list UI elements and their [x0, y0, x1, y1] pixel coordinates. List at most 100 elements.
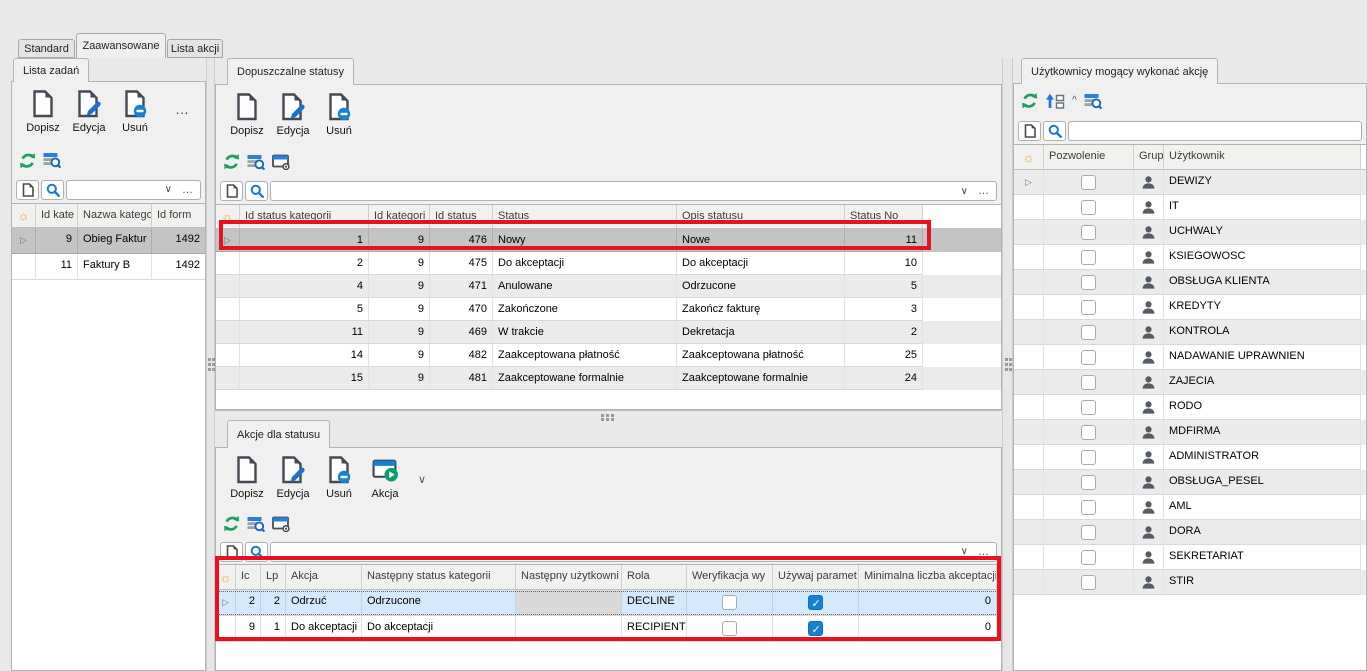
- table-row[interactable]: 149482Zaakceptowana płatnośćZaakceptowan…: [216, 344, 1001, 367]
- table-row[interactable]: 11Faktury B1492: [12, 254, 205, 280]
- checkbox-unchecked[interactable]: [1081, 275, 1096, 290]
- checkbox-unchecked[interactable]: [1081, 525, 1096, 540]
- column-header[interactable]: Id status kategorii: [240, 205, 369, 229]
- column-header[interactable]: Pozwolenie: [1044, 145, 1134, 170]
- username-cell[interactable]: ADMINISTRATOR: [1164, 445, 1361, 470]
- username-cell[interactable]: DORA: [1164, 520, 1361, 545]
- customize-icon[interactable]: ☼: [216, 205, 240, 229]
- search-button[interactable]: [245, 542, 268, 562]
- more-options-button[interactable]: …: [175, 87, 189, 117]
- refresh-icon[interactable]: [223, 515, 240, 532]
- search-input[interactable]: ∨ …: [66, 180, 201, 200]
- username-cell[interactable]: ZAJECIA: [1164, 370, 1361, 395]
- table-row[interactable]: ▷9Obieg Faktur1492: [12, 228, 205, 254]
- tab-uzytkownicy[interactable]: Użytkownicy mogący wykonać akcję: [1021, 58, 1218, 84]
- username-cell[interactable]: DEWIZY: [1164, 170, 1361, 195]
- column-header[interactable]: Nazwa katego: [78, 204, 152, 228]
- search-button[interactable]: [41, 180, 64, 200]
- new-filter-button[interactable]: [16, 180, 39, 200]
- table-row[interactable]: 49471AnulowaneOdrzucone5: [216, 275, 1001, 298]
- collapse-icon[interactable]: ^: [1072, 95, 1077, 106]
- checkbox-unchecked[interactable]: [1081, 425, 1096, 440]
- checkbox-unchecked[interactable]: [1081, 300, 1096, 315]
- column-header[interactable]: Następny użytkowni: [516, 565, 622, 590]
- customize-icon[interactable]: ☼: [12, 204, 36, 228]
- tab-standard[interactable]: Standard: [18, 39, 75, 58]
- column-header[interactable]: Weryfikacja wy: [687, 565, 773, 590]
- checkbox-unchecked[interactable]: [1081, 350, 1096, 365]
- usun-button[interactable]: Usuń: [316, 453, 362, 500]
- table-row[interactable]: AML: [1014, 495, 1366, 520]
- table-row[interactable]: ZAJECIA: [1014, 370, 1366, 395]
- checkbox-unchecked[interactable]: [1081, 375, 1096, 390]
- username-cell[interactable]: KREDYTY: [1164, 295, 1361, 320]
- tab-lista-akcji[interactable]: Lista akcji: [167, 39, 223, 58]
- vertical-splitter[interactable]: [1002, 58, 1013, 671]
- table-row[interactable]: ▷19476NowyNowe11: [216, 229, 1001, 252]
- chevron-down-icon[interactable]: ∨: [961, 546, 968, 557]
- column-header[interactable]: Id status: [430, 205, 493, 229]
- table-row[interactable]: 119469W trakcieDekretacja2: [216, 321, 1001, 344]
- table-row[interactable]: MDFIRMA: [1014, 420, 1366, 445]
- column-header[interactable]: Ic: [236, 565, 261, 590]
- checkbox-checked[interactable]: [808, 595, 823, 610]
- grid-search-icon[interactable]: [1084, 93, 1102, 109]
- more-filter-button[interactable]: …: [182, 184, 194, 196]
- table-row[interactable]: KREDYTY: [1014, 295, 1366, 320]
- table-row[interactable]: OBSŁUGA_PESEL: [1014, 470, 1366, 495]
- checkbox-unchecked[interactable]: [1081, 400, 1096, 415]
- username-cell[interactable]: IT: [1164, 195, 1361, 220]
- column-header[interactable]: Opis statusu: [677, 205, 845, 229]
- username-cell[interactable]: NADAWANIE UPRAWNIEN: [1164, 345, 1361, 370]
- refresh-icon[interactable]: [1021, 92, 1038, 109]
- column-header[interactable]: Status: [493, 205, 677, 229]
- column-header[interactable]: Grup: [1134, 145, 1164, 170]
- username-cell[interactable]: AML: [1164, 495, 1361, 520]
- table-row[interactable]: 59470ZakończoneZakończ fakturę3: [216, 298, 1001, 321]
- table-row[interactable]: STIR: [1014, 570, 1366, 595]
- username-cell[interactable]: OBSŁUGA_PESEL: [1164, 470, 1361, 495]
- search-input[interactable]: ∨ …: [270, 542, 997, 562]
- column-header[interactable]: Id form: [152, 204, 205, 228]
- dopisz-button[interactable]: Dopisz: [224, 453, 270, 500]
- checkbox-checked[interactable]: [808, 621, 823, 636]
- horizontal-splitter[interactable]: [215, 409, 1002, 420]
- table-row[interactable]: KONTROLA: [1014, 320, 1366, 345]
- checkbox-unchecked[interactable]: [1081, 575, 1096, 590]
- column-header[interactable]: Akcja: [286, 565, 362, 590]
- vertical-splitter[interactable]: [206, 58, 215, 671]
- table-row[interactable]: NADAWANIE UPRAWNIEN: [1014, 345, 1366, 370]
- column-header[interactable]: Używaj paramet: [773, 565, 859, 590]
- show-window-icon[interactable]: [272, 154, 290, 170]
- checkbox-unchecked[interactable]: [1081, 500, 1096, 515]
- chevron-down-icon[interactable]: ∨: [165, 184, 172, 195]
- column-header[interactable]: Id kategori: [369, 205, 430, 229]
- username-cell[interactable]: UCHWALY: [1164, 220, 1361, 245]
- username-cell[interactable]: MDFIRMA: [1164, 420, 1361, 445]
- checkbox-unchecked[interactable]: [1081, 550, 1096, 565]
- column-header[interactable]: Lp: [261, 565, 286, 590]
- checkbox-unchecked[interactable]: [1081, 225, 1096, 240]
- table-row[interactable]: OBSŁUGA KLIENTA: [1014, 270, 1366, 295]
- checkbox-unchecked[interactable]: [1081, 250, 1096, 265]
- tab-akcje-dla-statusu[interactable]: Akcje dla statusu: [227, 420, 330, 448]
- table-row[interactable]: 159481Zaakceptowane formalnieZaakceptowa…: [216, 367, 1001, 390]
- grid-search-icon[interactable]: [247, 516, 265, 532]
- table-row[interactable]: RODO: [1014, 395, 1366, 420]
- usun-button[interactable]: Usuń: [316, 90, 362, 137]
- tab-zaawansowane[interactable]: Zaawansowane: [76, 33, 166, 58]
- column-header[interactable]: Minimalna liczba akceptacji: [859, 565, 997, 590]
- table-row[interactable]: ADMINISTRATOR: [1014, 445, 1366, 470]
- show-window-icon[interactable]: [272, 516, 290, 532]
- edycja-button[interactable]: Edycja: [270, 90, 316, 137]
- tab-dopuszczalne-statusy[interactable]: Dopuszczalne statusy: [227, 58, 354, 85]
- table-row[interactable]: SEKRETARIAT: [1014, 545, 1366, 570]
- column-header[interactable]: Następny status kategorii: [362, 565, 516, 590]
- sort-hierarchy-icon[interactable]: [1045, 92, 1065, 109]
- checkbox-unchecked[interactable]: [1081, 175, 1096, 190]
- search-button[interactable]: [1043, 121, 1066, 141]
- table-row[interactable]: UCHWALY: [1014, 220, 1366, 245]
- new-filter-button[interactable]: [220, 181, 243, 201]
- table-row[interactable]: ▷22OdrzućOdrzuconeDECLINE0: [216, 590, 1001, 616]
- column-header[interactable]: Użytkownik: [1164, 145, 1361, 170]
